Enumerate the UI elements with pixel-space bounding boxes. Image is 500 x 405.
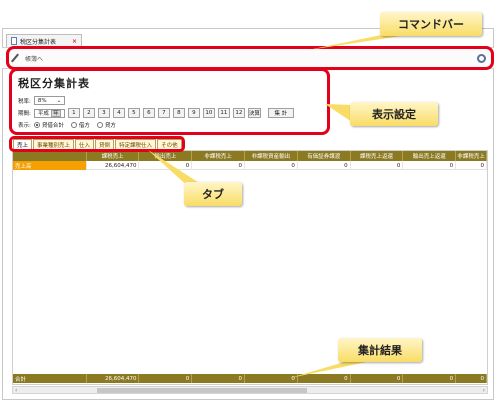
- callout-display-settings: 表示設定: [350, 102, 438, 126]
- display-label: 表示:: [18, 123, 31, 129]
- period-row: 期間: 平成 年 1 2 3 4 5 6 7 8 9 10 11 12 決算 集…: [18, 108, 294, 118]
- table-cell: 0: [456, 161, 487, 170]
- table-cell: 0: [403, 161, 457, 170]
- chevron-down-icon: ⌄: [56, 97, 62, 104]
- radio-total-label: 貸借合計: [41, 123, 64, 129]
- column-header: [13, 151, 87, 161]
- month-button-7[interactable]: 7: [157, 108, 170, 118]
- radio-unchecked-icon: [96, 122, 103, 128]
- era-value: 平成: [37, 111, 49, 117]
- month-button-3[interactable]: 3: [97, 108, 110, 118]
- tab-purchases[interactable]: 仕入: [75, 139, 95, 150]
- horizontal-scrollbar[interactable]: ‹ ›: [12, 386, 488, 394]
- table-cell: 0: [298, 161, 351, 170]
- month-button-2[interactable]: 2: [82, 108, 95, 118]
- tab-bad-debt[interactable]: 貸倒: [95, 139, 115, 150]
- tab-other[interactable]: その他: [157, 139, 182, 150]
- tab-strip: 売上 事業種別売上 仕入 貸倒 特定課税仕入 その他: [13, 139, 182, 150]
- row-label: 売上高: [13, 161, 87, 170]
- radio-unchecked-icon: [70, 122, 77, 128]
- total-cell: 0: [456, 374, 487, 383]
- column-header: 非課税売上: [456, 151, 487, 161]
- total-label: 合計: [13, 374, 87, 383]
- scroll-right-icon[interactable]: ›: [483, 387, 485, 394]
- month-button-4[interactable]: 4: [112, 108, 125, 118]
- radio-debit-label: 借方: [78, 123, 90, 129]
- scroll-left-icon[interactable]: ‹: [15, 387, 17, 394]
- month-button-6[interactable]: 6: [142, 108, 155, 118]
- month-button-9[interactable]: 9: [187, 108, 200, 118]
- tax-rate-select[interactable]: 8% ⌄: [33, 96, 66, 105]
- radio-credit-label: 貸方: [104, 123, 116, 129]
- radio-debit[interactable]: 借方: [70, 121, 90, 129]
- total-cell: 0: [403, 374, 457, 383]
- table-cell: 0: [139, 161, 193, 170]
- callout-tabs: タブ: [184, 182, 242, 206]
- month-button-10[interactable]: 10: [202, 108, 215, 118]
- month-button-12[interactable]: 12: [232, 108, 245, 118]
- table-cell: 0: [192, 161, 246, 170]
- column-header: 課税売上返還: [351, 151, 404, 161]
- support-icon[interactable]: [477, 54, 486, 63]
- display-row: 表示: 貸借合計 借方 貸方: [18, 121, 120, 129]
- column-header: 課税売上: [87, 151, 140, 161]
- tax-rate-value: 8%: [37, 97, 47, 104]
- month-button-1[interactable]: 1: [67, 108, 80, 118]
- aggregate-button[interactable]: 集 計: [267, 108, 294, 118]
- close-icon[interactable]: ×: [72, 38, 77, 45]
- tab-sales[interactable]: 売上: [13, 139, 33, 150]
- tab-business-sales[interactable]: 事業種別売上: [33, 139, 75, 150]
- total-cell: 0: [192, 374, 246, 383]
- month-button-11[interactable]: 11: [217, 108, 230, 118]
- document-tab[interactable]: 税区分集計表 ×: [6, 34, 82, 47]
- column-header: 非課税売上: [192, 151, 246, 161]
- display-settings-panel: 税区分集計表 税率: 8% ⌄ 期間: 平成 年 1 2 3 4 5 6 7 8…: [12, 72, 332, 134]
- settle-button[interactable]: 決算: [247, 108, 261, 118]
- tab-specified-purchases[interactable]: 特定課税仕入: [115, 139, 157, 150]
- year-field[interactable]: 年: [50, 109, 61, 117]
- scroll-thumb[interactable]: [97, 388, 307, 393]
- grid-header: 課税売上 輸出売上 非課税売上 非課税資産輸出 有価証券譲渡 課税売上返還 輸出…: [13, 151, 487, 161]
- document-icon: [11, 37, 17, 45]
- command-bar-placeholder[interactable]: 帳簿へ: [25, 54, 43, 63]
- column-header: 非課税資産輸出: [245, 151, 298, 161]
- tax-rate-row: 税率: 8% ⌄: [18, 96, 66, 105]
- column-header: 有価証券譲渡: [298, 151, 351, 161]
- callout-results: 集計結果: [338, 338, 422, 362]
- table-row[interactable]: 売上高 26,604,470 0 0 0 0 0 0 0: [13, 161, 487, 170]
- column-header: 輸出売上返還: [403, 151, 457, 161]
- page-title: 税区分集計表: [18, 77, 90, 90]
- total-cell: 0: [298, 374, 351, 383]
- pen-icon: [10, 54, 19, 63]
- total-row: 合計 26,604,470 0 0 0 0 0 0 0: [13, 374, 487, 383]
- total-cell: 0: [139, 374, 193, 383]
- period-label: 期間:: [18, 111, 31, 117]
- radio-checked-icon: [33, 122, 40, 128]
- month-button-5[interactable]: 5: [127, 108, 140, 118]
- callout-command-bar: コマンドバー: [380, 12, 482, 36]
- table-cell: 0: [245, 161, 298, 170]
- radio-total[interactable]: 貸借合計: [33, 121, 64, 129]
- table-cell: 26,604,470: [87, 161, 140, 170]
- radio-credit[interactable]: 貸方: [96, 121, 116, 129]
- era-select[interactable]: 平成 年: [33, 108, 65, 118]
- document-tab-title: 税区分集計表: [20, 38, 57, 46]
- tax-rate-label: 税率:: [18, 98, 31, 105]
- command-bar[interactable]: 帳簿へ: [2, 47, 494, 69]
- total-cell: 0: [351, 374, 404, 383]
- table-cell: 0: [351, 161, 404, 170]
- total-cell: 0: [245, 374, 298, 383]
- month-button-8[interactable]: 8: [172, 108, 185, 118]
- total-cell: 26,604,470: [87, 374, 140, 383]
- column-header: 輸出売上: [139, 151, 193, 161]
